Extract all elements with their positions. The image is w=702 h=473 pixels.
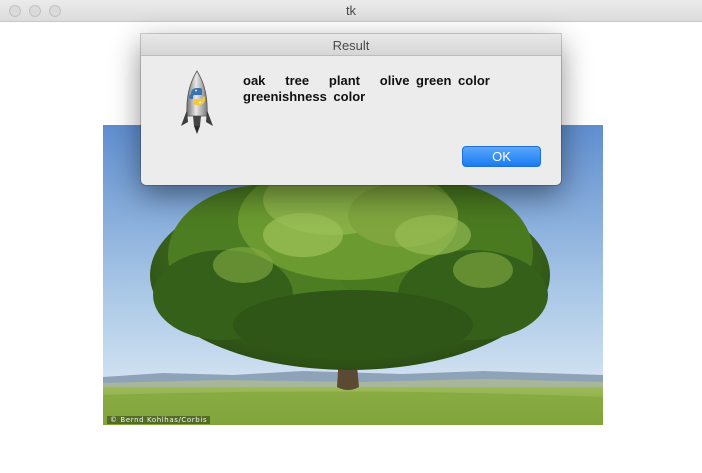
result-dialog: Result oak tree plant olive green color … xyxy=(141,34,561,185)
photo-credit: © Bernd Kohlhas/Corbis xyxy=(107,416,211,424)
window-titlebar[interactable]: tk xyxy=(0,0,702,22)
tk-main-window: tk © Bernd Kohlhas/Corbis Result oak tre… xyxy=(0,0,702,473)
window-title: tk xyxy=(345,3,357,18)
ok-button[interactable]: OK xyxy=(462,146,541,167)
python-rocket-icon xyxy=(181,70,213,136)
result-message: oak tree plant olive green color greenis… xyxy=(243,73,490,104)
dialog-title: Result xyxy=(332,38,370,53)
dialog-titlebar[interactable]: Result xyxy=(141,34,561,56)
